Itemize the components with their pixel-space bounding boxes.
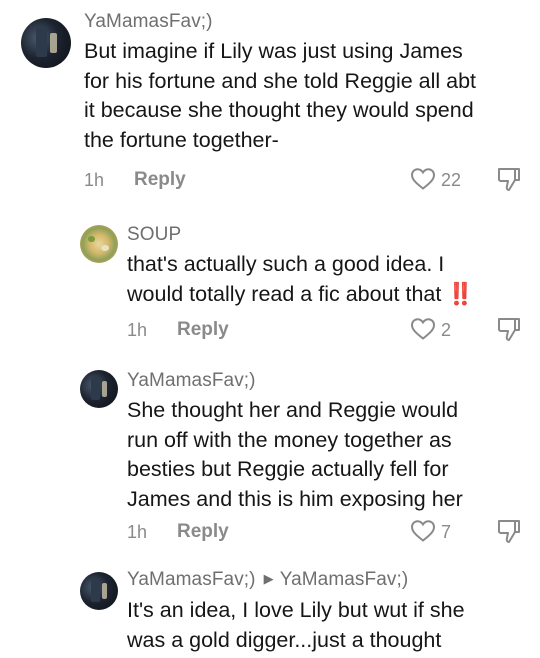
timestamp: 1h [127,522,148,542]
comment-text: She thought her and Reggie would run off… [127,396,463,514]
double-exclamation-emoji: ‼️ [447,281,474,306]
comment-text-line: James and this is him exposing her [127,486,463,511]
heart-icon[interactable] [410,317,436,341]
comment-text-line: It's an idea, I love Lily but wut if she [127,598,465,622]
dislike-icon[interactable] [496,166,522,194]
avatar[interactable] [80,370,118,408]
like-count: 7 [441,522,452,542]
comment-text-line: besties but Reggie actually fell for [127,457,449,481]
comment-text-line: it because she thought they would spend [84,98,474,122]
reply-arrow-icon: ▶ [263,571,274,586]
comment-text-line: that's actually such a good idea. I [127,252,445,276]
reply-button[interactable]: Reply [177,319,229,341]
avatar[interactable] [80,572,118,610]
comment-username-row: YaMamasFav;) ▶ YaMamasFav;) [127,569,408,591]
dislike-icon[interactable] [496,316,522,344]
reply-button[interactable]: Reply [134,169,186,191]
comment-text: that's actually such a good idea. I woul… [127,250,474,310]
timestamp: 1h [84,170,105,190]
heart-icon[interactable] [410,519,436,543]
comment-username[interactable]: YaMamasFav;) [84,11,213,33]
like-count: 2 [441,320,452,340]
dislike-icon[interactable] [496,518,522,546]
comment-text: But imagine if Lily was just using James… [84,37,476,155]
reply-to-username[interactable]: YaMamasFav;) [280,569,409,590]
comment-text-line: But imagine if Lily was just using James [84,39,463,63]
comment-text-line: for his fortune and she told Reggie all … [84,68,477,93]
comment-text-line: She thought her and Reggie would [127,398,459,422]
comment-username[interactable]: YaMamasFav;) [127,370,256,392]
comment-text: It's an idea, I love Lily but wut if she… [127,596,465,655]
like-count: 22 [441,170,462,190]
timestamp: 1h [127,320,148,340]
comment-text-line: the fortune together- [84,127,279,152]
avatar[interactable] [21,18,71,68]
comment-text-line-with-emoji: would totally read a fic about that ‼️ [127,280,474,310]
comment-text-line: was a gold digger...just a thought [127,627,442,652]
comment-username[interactable]: SOUP [127,224,181,246]
heart-icon[interactable] [410,167,436,191]
reply-button[interactable]: Reply [177,521,229,543]
comment-username[interactable]: YaMamasFav;) [127,569,256,590]
avatar[interactable] [80,225,118,263]
comment-text-line: would totally read a fic about that [127,281,442,306]
comment-text-line: run off with the money together as [127,427,452,452]
